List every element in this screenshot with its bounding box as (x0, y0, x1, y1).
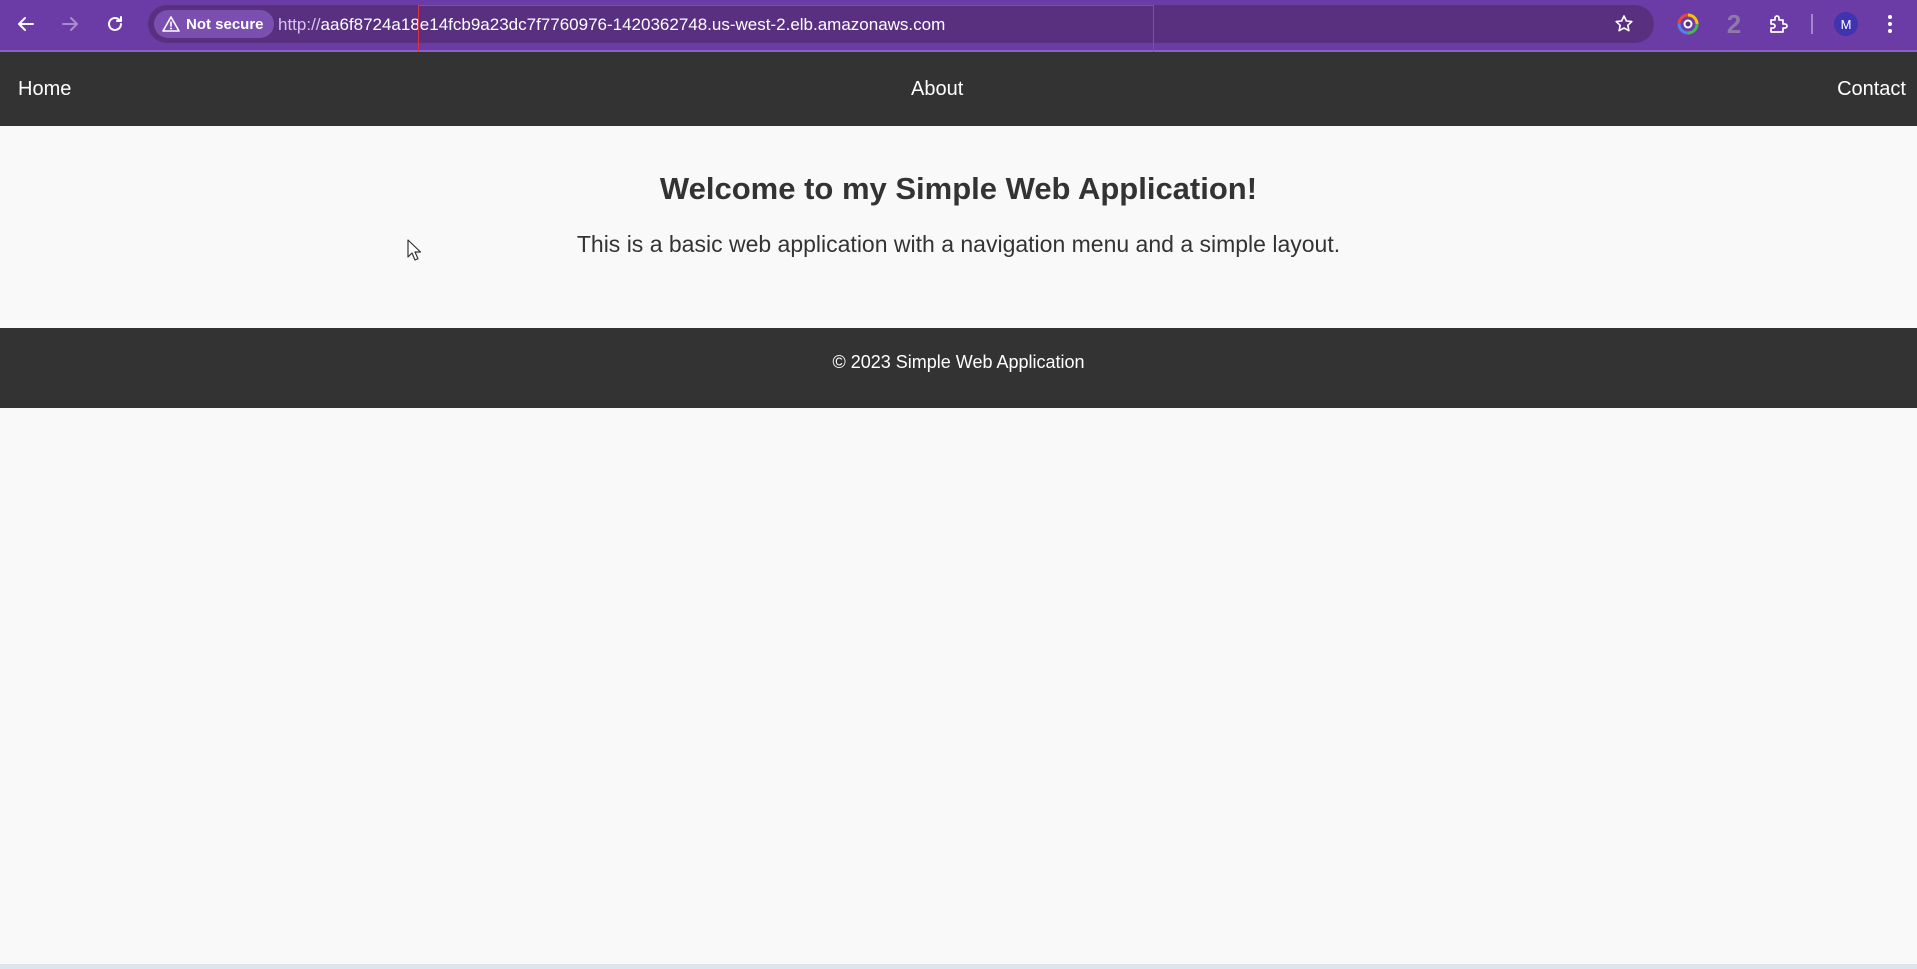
url-host: aa6f8724a18e14fcb9a23dc7f7760976-1420362… (320, 15, 946, 34)
star-icon (1615, 15, 1633, 32)
main-content: Welcome to my Simple Web Application! Th… (0, 126, 1917, 328)
site-footer: © 2023 Simple Web Application (0, 328, 1917, 408)
reload-icon (108, 16, 122, 31)
security-label: Not secure (186, 15, 264, 33)
browser-menu-button[interactable] (1874, 8, 1906, 40)
mouse-cursor-icon (407, 239, 422, 266)
site-info-chip[interactable]: Not secure (154, 10, 274, 38)
url-scheme: http:// (278, 15, 321, 34)
browser-toolbar: Not secure http://aa6f8724a18e14fcb9a23d… (0, 0, 1917, 66)
page-heading: Welcome to my Simple Web Application! (659, 171, 1258, 206)
extensions-button[interactable] (1762, 8, 1794, 40)
site-navigation: Home About Contact (0, 52, 1917, 126)
puzzle-icon (1770, 15, 1788, 33)
forward-icon (62, 17, 78, 31)
nav-link-contact[interactable]: Contact (1837, 78, 1906, 101)
back-button[interactable] (10, 8, 42, 40)
color-extension-icon (1677, 13, 1699, 35)
nav-link-about[interactable]: About (911, 78, 963, 101)
extension-badge-button[interactable]: 2 (1718, 8, 1750, 40)
profile-avatar[interactable]: M (1834, 12, 1858, 36)
back-icon (18, 17, 34, 31)
address-bar[interactable]: Not secure http://aa6f8724a18e14fcb9a23d… (148, 5, 1654, 66)
bookmark-button[interactable] (1608, 8, 1640, 40)
footer-text: © 2023 Simple Web Application (832, 352, 1085, 372)
nav-link-home[interactable]: Home (18, 78, 71, 101)
color-extension-button[interactable] (1672, 8, 1704, 40)
reload-button[interactable] (99, 8, 131, 40)
kebab-menu-icon (1888, 15, 1892, 33)
warning-icon (162, 16, 180, 32)
window-bottom-edge (0, 964, 1917, 969)
toolbar-separator (1811, 14, 1813, 34)
url-text[interactable]: http://aa6f8724a18e14fcb9a23dc7f7760976-… (278, 15, 945, 35)
forward-button[interactable] (54, 8, 86, 40)
page-description: This is a basic web application with a n… (576, 231, 1341, 257)
